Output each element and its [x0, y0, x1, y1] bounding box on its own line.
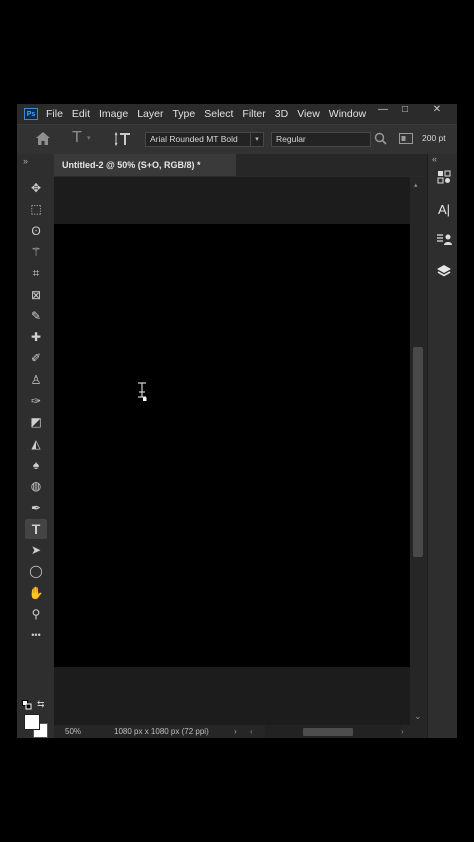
tools-panel: » ✥ ⬚ ʘ ⚚ ⌗ ⊠ ✎ ✚ ✐ ♙ ✑ ◩ ◭ ♠ ◍ ✒ T ➤ ◯ ✋ ⚲ ••• ⇆ — [17, 154, 54, 738]
lasso-tool-icon[interactable]: ʘ — [25, 221, 47, 241]
scroll-up-icon[interactable]: ▴ — [414, 181, 418, 189]
zoom-tool-icon[interactable]: ⚲ — [25, 604, 47, 624]
collapse-toolbar-icon[interactable]: » — [23, 156, 28, 166]
text-cursor-icon — [136, 382, 148, 402]
options-bar: T ▾ Arial Rounded MT Bold ▾ Regular 200 … — [17, 124, 457, 155]
type-tool-preset-icon[interactable]: T — [72, 129, 82, 147]
horizontal-scrollbar[interactable] — [265, 725, 401, 738]
type-tool-icon[interactable]: T — [25, 518, 47, 539]
properties-panel-icon[interactable] — [433, 166, 455, 188]
ps-logo: Ps — [24, 108, 38, 120]
move-tool-icon[interactable]: ✥ — [25, 178, 47, 198]
close-button[interactable]: ✕ — [427, 104, 447, 116]
font-size-icon — [399, 133, 413, 144]
foreground-color-swatch[interactable] — [24, 714, 40, 730]
dodge-tool-icon[interactable]: ◍ — [25, 476, 47, 496]
scroll-down-icon[interactable]: ⌄ — [414, 711, 422, 722]
document-canvas[interactable] — [54, 224, 410, 667]
photoshop-window: Ps File Edit Image Layer Type Select Fil… — [17, 104, 457, 738]
status-menu-icon[interactable]: › — [234, 725, 237, 738]
default-colors-icon[interactable] — [22, 700, 32, 710]
font-family-value: Arial Rounded MT Bold — [150, 134, 238, 144]
magic-wand-tool-icon[interactable]: ⚚ — [25, 242, 47, 262]
history-brush-tool-icon[interactable]: ✑ — [25, 391, 47, 411]
horizontal-scroll-thumb[interactable] — [303, 728, 353, 736]
menu-image[interactable]: Image — [99, 108, 128, 120]
menu-edit[interactable]: Edit — [72, 108, 90, 120]
layers-panel-icon[interactable] — [433, 260, 455, 282]
document-info: 1080 px x 1080 px (72 ppi) — [114, 727, 209, 736]
minimize-button[interactable]: — — [373, 104, 393, 116]
font-size-field[interactable]: 200 pt — [418, 132, 457, 147]
menu-select[interactable]: Select — [204, 108, 233, 120]
scroll-left-icon[interactable]: ‹ — [250, 725, 253, 738]
clone-stamp-tool-icon[interactable]: ♙ — [25, 370, 47, 390]
status-bar: 50% 1080 px x 1080 px (72 ppi) › ‹ › — [54, 725, 427, 738]
menu-3d[interactable]: 3D — [275, 108, 288, 120]
document-tab-bar: Untitled-2 @ 50% (S+O, RGB/8) * — [17, 154, 427, 176]
toggle-text-orientation-icon[interactable] — [115, 131, 131, 147]
brush-tool-icon[interactable]: ✐ — [25, 348, 47, 368]
libraries-panel-icon[interactable] — [433, 229, 455, 251]
scroll-right-icon[interactable]: › — [401, 725, 404, 738]
color-swatches — [24, 714, 48, 738]
path-selection-tool-icon[interactable]: ➤ — [25, 540, 47, 560]
vertical-scrollbar[interactable]: ▴ ⌄ — [410, 177, 427, 725]
vertical-scroll-thumb[interactable] — [413, 347, 423, 557]
more-tools-icon[interactable]: ••• — [25, 625, 47, 645]
font-family-select[interactable]: Arial Rounded MT Bold ▾ — [145, 132, 264, 147]
chevron-down-icon: ▾ — [250, 133, 263, 146]
blur-tool-icon[interactable]: ♠ — [25, 455, 47, 475]
menu-window[interactable]: Window — [329, 108, 366, 120]
canvas-area[interactable] — [54, 177, 410, 725]
maximize-button[interactable]: □ — [395, 104, 415, 116]
chevron-down-icon[interactable]: ▾ — [87, 134, 91, 142]
marquee-tool-icon[interactable]: ⬚ — [25, 199, 47, 219]
menu-file[interactable]: File — [46, 108, 63, 120]
menu-filter[interactable]: Filter — [242, 108, 265, 120]
document-tab[interactable]: Untitled-2 @ 50% (S+O, RGB/8) * — [54, 154, 236, 176]
expand-panels-icon[interactable]: « — [432, 154, 437, 164]
zoom-level[interactable]: 50% — [65, 725, 81, 738]
crop-tool-icon[interactable]: ⌗ — [25, 263, 47, 283]
hand-tool-icon[interactable]: ✋ — [25, 583, 47, 603]
right-panel-dock: « A| — [427, 154, 457, 738]
font-style-select[interactable]: Regular — [271, 132, 371, 147]
swap-colors-icon[interactable]: ⇆ — [37, 699, 45, 710]
ellipse-tool-icon[interactable]: ◯ — [25, 561, 47, 581]
healing-brush-tool-icon[interactable]: ✚ — [25, 327, 47, 347]
document-tab-title: Untitled-2 @ 50% (S+O, RGB/8) * — [62, 160, 201, 170]
search-icon[interactable] — [374, 132, 387, 145]
frame-tool-icon[interactable]: ⊠ — [25, 285, 47, 305]
font-size-value: 200 pt — [422, 133, 446, 143]
character-panel-icon[interactable]: A| — [433, 198, 455, 220]
font-style-value: Regular — [276, 134, 306, 144]
eyedropper-tool-icon[interactable]: ✎ — [25, 306, 47, 326]
menu-type[interactable]: Type — [172, 108, 195, 120]
menu-view[interactable]: View — [297, 108, 320, 120]
home-icon[interactable] — [35, 131, 51, 146]
pen-tool-icon[interactable]: ✒ — [25, 498, 47, 518]
paint-bucket-tool-icon[interactable]: ◭ — [25, 434, 47, 454]
eraser-tool-icon[interactable]: ◩ — [25, 412, 47, 432]
menu-layer[interactable]: Layer — [137, 108, 163, 120]
